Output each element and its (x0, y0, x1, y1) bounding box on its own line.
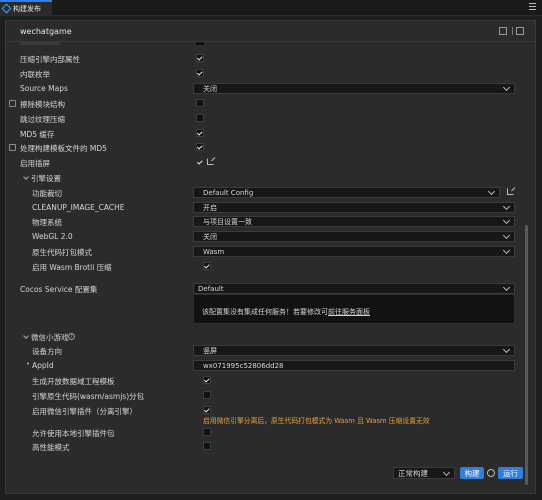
info-icon[interactable]: ? (68, 333, 75, 340)
chevron-down-icon (502, 283, 511, 292)
chevron-down-icon (502, 246, 511, 255)
physics-system-select[interactable]: 与项目设置一致 (193, 216, 515, 227)
service-panel-link[interactable]: 前往服务面板 (328, 308, 370, 316)
md5-cache-label: MD5 缓存 (20, 130, 55, 139)
native-code-mode-select[interactable]: Wasm (193, 246, 515, 257)
native-code-mode-label: 原生代码打包模式 (32, 248, 92, 257)
orientation-label: 设备方向 (32, 347, 62, 356)
source-maps-select[interactable]: 关闭 (193, 83, 515, 94)
high-performance-checkbox[interactable] (203, 442, 211, 450)
appid-value: wx071995c52806dd28 (203, 361, 284, 370)
open-external-icon[interactable] (516, 27, 524, 35)
compress-engine-attrs-checkbox[interactable] (196, 54, 204, 62)
chevron-down-icon (502, 216, 511, 225)
chevron-down-icon (487, 187, 496, 196)
panel-header (5, 20, 536, 42)
wechat-engine-plugin-label: 启用微信引擎插件（分离引擎） (32, 407, 137, 416)
engine-plugin-warning: 启用微信引擎分离后，原生代码打包模式为 Wasm 且 Wasm 压缩设置无效 (203, 417, 430, 425)
clipped-checkbox (196, 42, 204, 45)
tab-build-publish[interactable]: 构建发布 (0, 0, 52, 15)
cocos-service-select[interactable]: Default (193, 283, 515, 294)
native-code-mode-value: Wasm (203, 247, 225, 256)
md5-cache-checkbox[interactable] (196, 129, 204, 137)
feature-cropping-label: 功能裁切 (32, 189, 62, 198)
header-divider (512, 27, 513, 35)
run-button[interactable]: 运行 (498, 467, 523, 479)
module-icon (9, 100, 16, 107)
process-md5-checkbox[interactable] (196, 143, 204, 151)
native-wasm-subpackage-checkbox[interactable] (203, 391, 211, 399)
chevron-down-icon (442, 468, 451, 477)
wasm-brotli-label: 启用 Wasm Brotli 压缩 (32, 263, 112, 272)
tab-label: 构建发布 (13, 4, 41, 13)
engine-settings-label: 引擎设置 (31, 174, 61, 183)
wechat-game-label: 微信小游戏 (31, 333, 69, 342)
clipped-row (20, 42, 60, 45)
physics-system-value: 与项目设置一致 (203, 217, 252, 226)
physics-system-label: 物理系统 (32, 218, 62, 227)
inline-enum-label: 内联枚举 (20, 70, 50, 79)
inline-enum-checkbox[interactable] (196, 69, 204, 77)
template-icon (9, 144, 16, 151)
high-performance-label: 高性能模式 (32, 443, 70, 452)
native-wasm-subpackage-label: 引擎原生代码(wasm/asmjs)分包 (32, 392, 145, 401)
appid-input[interactable]: wx071995c52806dd28 (193, 360, 515, 371)
process-md5-label: 处理构建模板文件的 MD5 (20, 144, 107, 153)
build-icon (1, 3, 12, 14)
cocos-service-label: Cocos Service 配置集 (20, 285, 98, 294)
title-bar (0, 0, 542, 16)
build-button[interactable]: 构建 (460, 467, 484, 479)
skip-texture-compress-label: 跳过纹理压缩 (20, 115, 65, 124)
build-mode-select[interactable]: 正常构建 (393, 467, 455, 479)
appid-label: AppId (32, 361, 54, 370)
webgl-label: WebGL 2.0 (32, 232, 73, 241)
cocos-service-value: Default (198, 284, 224, 293)
required-marker: • (26, 360, 31, 368)
orientation-value: 竖屏 (203, 346, 217, 355)
wechat-engine-plugin-checkbox[interactable] (203, 406, 211, 414)
orientation-select[interactable]: 竖屏 (193, 345, 515, 356)
splash-screen-checkbox[interactable] (196, 158, 204, 166)
wasm-brotli-checkbox[interactable] (203, 262, 211, 270)
service-message: 该配置集没有集成任何服务！若要修改可前往服务面板 (202, 307, 370, 317)
webgl-select[interactable]: 关闭 (193, 231, 515, 242)
cleanup-image-cache-label: CLEANUP_IMAGE_CACHE (32, 203, 125, 212)
cleanup-image-cache-value: 开启 (203, 203, 217, 212)
open-data-context-label: 生成开放数据域工程模板 (32, 377, 115, 386)
scrollbar-thumb[interactable] (525, 225, 528, 485)
source-maps-value: 关闭 (203, 84, 217, 93)
open-data-context-checkbox[interactable] (203, 376, 211, 384)
chevron-down-icon (502, 202, 511, 211)
panel-title: wechatgame (20, 27, 72, 36)
chevron-down-icon (502, 83, 511, 92)
chevron-down-icon (502, 345, 511, 354)
compress-engine-attrs-label: 压缩引擎内部属性 (20, 55, 80, 64)
skip-texture-compress-checkbox[interactable] (196, 114, 204, 122)
service-message-text: 该配置集没有集成任何服务！若要修改可 (202, 308, 328, 316)
splash-screen-label: 启用插屏 (20, 159, 50, 168)
source-maps-label: Source Maps (20, 84, 68, 93)
import-icon[interactable] (499, 27, 507, 35)
local-plugin-label: 允许使用本地引擎插件包 (32, 429, 115, 438)
menu-icon[interactable] (529, 3, 536, 10)
remove-module-struct-label: 擦除模块结构 (20, 100, 65, 109)
build-mode-value: 正常构建 (398, 468, 428, 478)
edit-icon[interactable] (207, 158, 214, 165)
local-plugin-checkbox[interactable] (203, 428, 211, 436)
feature-cropping-select[interactable]: Default Config (193, 187, 500, 198)
open-feature-cropping-icon[interactable] (507, 188, 514, 195)
chevron-down-icon (502, 231, 511, 240)
webgl-value: 关闭 (203, 232, 217, 241)
cleanup-image-cache-select[interactable]: 开启 (193, 202, 515, 213)
remove-module-struct-checkbox[interactable] (196, 99, 204, 107)
feature-cropping-value: Default Config (203, 188, 254, 197)
